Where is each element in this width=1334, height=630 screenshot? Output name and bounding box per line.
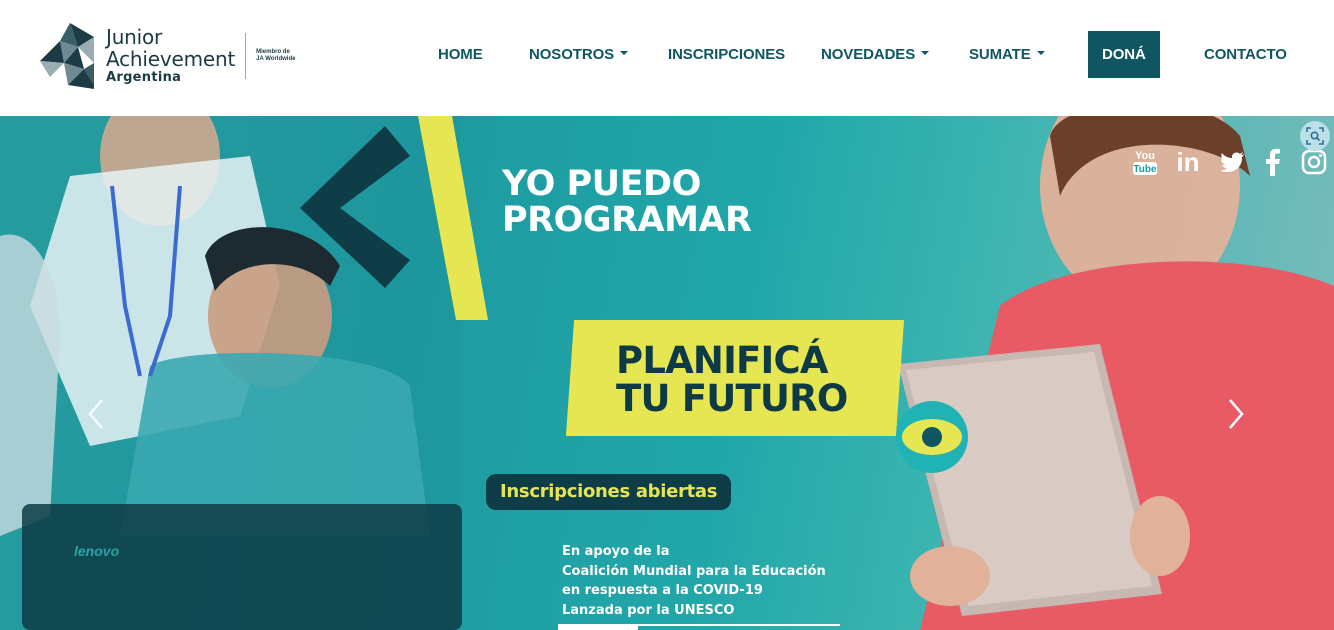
member-line-2: JA Worldwide	[256, 56, 296, 62]
caret-down-icon	[620, 51, 629, 56]
chevron-right-icon[interactable]	[1224, 396, 1248, 432]
youtube-icon[interactable]: You Tube	[1130, 144, 1160, 180]
nav-item-contacto[interactable]: CONTACTO	[1204, 31, 1287, 78]
youtube-text-2: Tube	[1133, 164, 1157, 175]
ja-triangle-logo-icon	[40, 23, 94, 89]
nav-label: CONTACTO	[1204, 46, 1287, 63]
nav-label: INSCRIPCIONES	[668, 46, 786, 63]
note-line-2: Coalición Mundial para la Educación	[562, 563, 826, 579]
site-header: Junior Achievement Argentina Miembro de …	[0, 0, 1334, 116]
nav-item-sumate[interactable]: SUMATE	[969, 31, 1045, 78]
note-line-3: en respuesta a la COVID-19	[562, 583, 763, 598]
member-note: Miembro de JA Worldwide	[256, 49, 304, 63]
twitter-icon[interactable]	[1218, 144, 1246, 180]
inscripciones-abiertas-badge[interactable]: Inscripciones abiertas	[486, 474, 732, 510]
plan-line-1: PLANIFICÁ	[616, 339, 829, 382]
nav-label: SUMATE	[969, 46, 1031, 63]
laptop-brand: lenovo	[74, 543, 120, 559]
logo-divider	[245, 33, 247, 79]
brand-logo[interactable]: Junior Achievement Argentina Miembro de …	[38, 20, 328, 92]
linkedin-icon[interactable]: in	[1174, 144, 1202, 180]
nav-item-nosotros[interactable]: NOSOTROS	[529, 31, 629, 78]
nav-item-novedades[interactable]: NOVEDADES	[821, 31, 930, 78]
chevron-left-icon[interactable]	[84, 396, 108, 432]
nav-item-dona-button[interactable]: DONÁ	[1088, 31, 1160, 78]
note-line-1: En apoyo de la	[562, 544, 670, 559]
nav-label: NOSOTROS	[529, 46, 615, 63]
plan-line-2: TU FUTURO	[616, 377, 848, 420]
note-line-4: Lanzada por la UNESCO	[562, 602, 735, 618]
lens-scan-icon	[1306, 127, 1324, 145]
slide-indicator-active[interactable]	[558, 626, 638, 630]
youtube-text-1: You	[1135, 150, 1155, 162]
headline-line-2: PROGRAMAR	[502, 200, 752, 240]
brand-name: Junior Achievement Argentina	[106, 26, 235, 86]
unesco-note: En apoyo de la Coalición Mundial para la…	[562, 542, 826, 620]
brand-line-junior: Junior	[106, 25, 163, 49]
nav-label: DONÁ	[1102, 46, 1146, 63]
headline-line-1: YO PUEDO	[502, 164, 701, 204]
planifica-text: PLANIFICÁ TU FUTURO	[616, 342, 848, 418]
hero-slider: lenovo YO PUEDO PROGRAMAR PLANIFICÁ TU F…	[0, 116, 1334, 630]
caret-down-icon	[1036, 51, 1045, 56]
member-line-1: Miembro de	[256, 49, 290, 55]
nav-item-home[interactable]: HOME	[438, 31, 483, 78]
nav-label: NOVEDADES	[821, 46, 916, 63]
hero-headline: YO PUEDO PROGRAMAR	[502, 166, 752, 238]
facebook-icon[interactable]	[1262, 144, 1284, 180]
nav-item-inscripciones[interactable]: INSCRIPCIONES	[668, 31, 785, 78]
linkedin-text: in	[1176, 146, 1200, 177]
nav-label: HOME	[438, 46, 483, 63]
brand-line-argentina: Argentina	[106, 70, 182, 85]
caret-down-icon	[921, 51, 930, 56]
image-search-button[interactable]	[1300, 121, 1330, 151]
brand-line-achievement: Achievement	[106, 47, 236, 71]
